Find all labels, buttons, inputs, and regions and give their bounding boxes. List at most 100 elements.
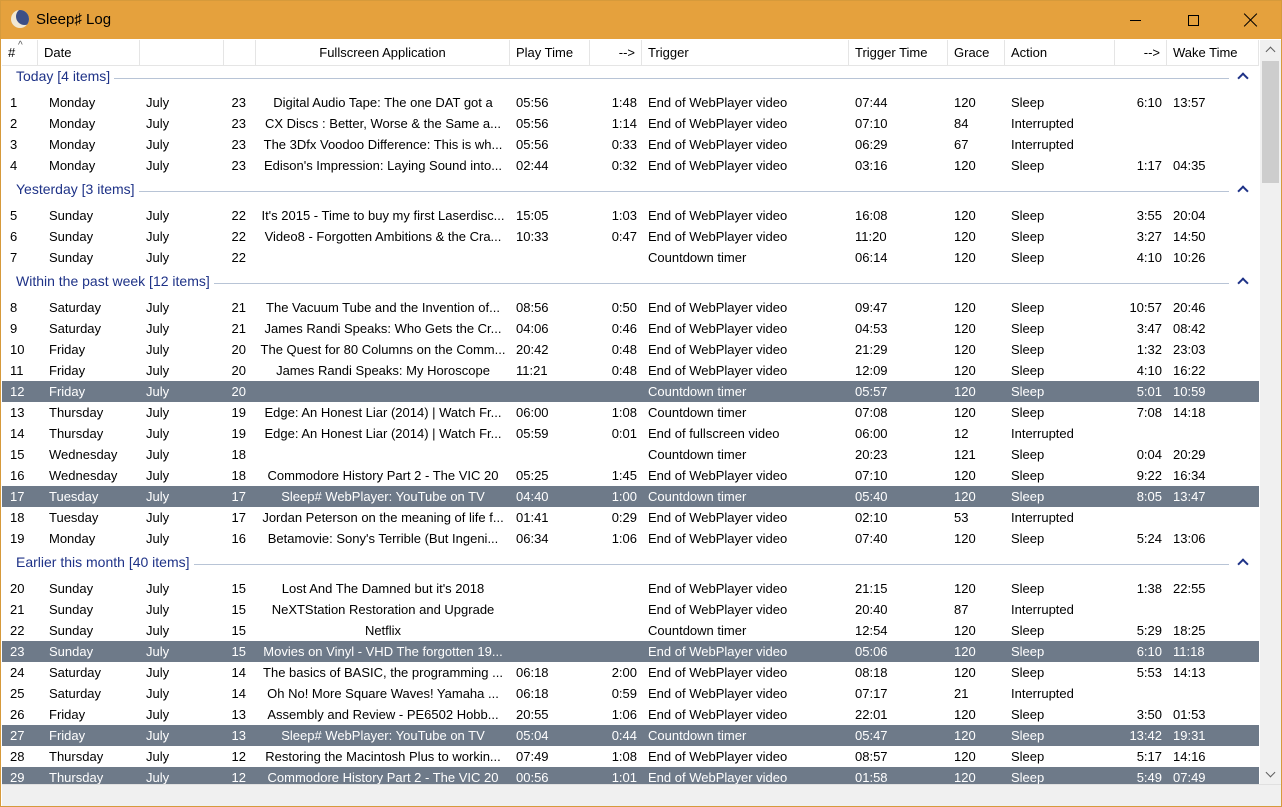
collapse-chevron-icon[interactable]: [1237, 557, 1249, 567]
cell-dur1: 0:48: [611, 342, 637, 357]
cell-dur2: 5:29: [1136, 623, 1162, 638]
cell-wake: [1167, 507, 1259, 528]
scroll-up-icon[interactable]: [1260, 40, 1281, 60]
group-header[interactable]: Earlier this month [40 items]: [2, 552, 1259, 576]
cell-day: Sunday: [49, 250, 94, 265]
cell-num: 11: [10, 363, 24, 378]
table-row[interactable]: 27 Friday July 13 Sleep# WebPlayer: YouTube …: [2, 725, 1259, 746]
column-header-date[interactable]: Date: [38, 40, 140, 66]
cell-num: 22: [10, 623, 25, 638]
cell-app: Oh No! More Square Waves! Yamaha ...: [267, 686, 499, 701]
cell-date: 15: [231, 602, 246, 617]
column-header-arrow[interactable]: -->: [590, 40, 642, 66]
cell-date: 23: [231, 158, 246, 173]
cell-action: Sleep: [1011, 321, 1045, 336]
column-header-trigger[interactable]: Trigger: [642, 40, 849, 66]
maximize-button[interactable]: [1164, 1, 1222, 39]
group-header[interactable]: Within the past week [12 items]: [2, 271, 1259, 295]
vertical-scrollbar[interactable]: [1260, 40, 1281, 784]
collapse-chevron-icon[interactable]: [1237, 184, 1249, 194]
table-row[interactable]: 4 Monday July 23 Edison's Impression: Laying…: [2, 155, 1259, 176]
cell-dur2: 6:10: [1136, 644, 1162, 659]
table-row[interactable]: 26 Friday July 13 Assembly and Review - PE65…: [2, 704, 1259, 725]
cell-action: Interrupted: [1011, 602, 1074, 617]
table-row[interactable]: 21 Sunday July 15 NeXTStation Restoration an…: [2, 599, 1259, 620]
table-row[interactable]: 22 Sunday July 15 Netflix Countdown timer 12:5…: [2, 620, 1259, 641]
table-row[interactable]: 12 Friday July 20 Countdown timer 05:57 120 Sle…: [2, 381, 1259, 402]
collapse-chevron-icon[interactable]: [1237, 276, 1249, 286]
cell-ttime: 05:40: [855, 489, 888, 504]
column-header-arrow[interactable]: -->: [1115, 40, 1167, 66]
cell-action: Sleep: [1011, 384, 1045, 399]
scroll-thumb[interactable]: [1262, 61, 1279, 183]
cell-date: 22: [231, 250, 246, 265]
cell-dur1: [590, 444, 642, 465]
group-header[interactable]: Today [4 items]: [2, 66, 1259, 90]
table-row[interactable]: 1 Monday July 23 Digital Audio Tape: The one…: [2, 92, 1259, 113]
table-row[interactable]: 5 Sunday July 22 It's 2015 - Time to buy my …: [2, 205, 1259, 226]
table-row[interactable]: 16 Wednesday July 18 Commodore History Part …: [2, 465, 1259, 486]
horizontal-scrollbar[interactable]: [2, 784, 1281, 806]
table-row[interactable]: 11 Friday July 20 James Randi Speaks: My Hor…: [2, 360, 1259, 381]
cell-month: July: [146, 137, 170, 152]
table-row[interactable]: 28 Thursday July 12 Restoring the Macintosh …: [2, 746, 1259, 767]
close-button[interactable]: [1222, 1, 1280, 39]
cell-day: Wednesday: [49, 447, 118, 462]
cell-dur2: 5:24: [1136, 531, 1162, 546]
minimize-button[interactable]: [1106, 1, 1164, 39]
table-row[interactable]: 15 Wednesday July 18 Countdown timer 20:23 121…: [2, 444, 1259, 465]
table-row[interactable]: 9 Saturday July 21 James Randi Speaks: Who G…: [2, 318, 1259, 339]
cell-play: 01:41: [516, 510, 549, 525]
cell-trigger: End of WebPlayer video: [648, 321, 788, 336]
cell-dur1: [590, 247, 642, 268]
table-row[interactable]: 13 Thursday July 19 Edge: An Honest Liar (20…: [2, 402, 1259, 423]
cell-day: Thursday: [49, 770, 104, 784]
cell-app: The 3Dfx Voodoo Difference: This is wh..…: [263, 137, 503, 152]
cell-month: July: [146, 116, 170, 131]
cell-action: Sleep: [1011, 770, 1045, 784]
table-row[interactable]: 29 Thursday July 12 Commodore History Part 2…: [2, 767, 1259, 784]
cell-app: Restoring the Macintosh Plus to workin..…: [265, 749, 501, 764]
group-header[interactable]: Yesterday [3 items]: [2, 179, 1259, 203]
cell-dur1: [590, 599, 642, 620]
column-header-action[interactable]: Action: [1005, 40, 1115, 66]
table-row[interactable]: 20 Sunday July 15 Lost And The Damned but it…: [2, 578, 1259, 599]
table-row[interactable]: 2 Monday July 23 CX Discs : Better, Worse & …: [2, 113, 1259, 134]
collapse-chevron-icon[interactable]: [1237, 71, 1249, 81]
group-label: Today [4 items]: [16, 68, 115, 84]
column-header-grace[interactable]: Grace: [948, 40, 1005, 66]
column-header-wake-time[interactable]: Wake Time: [1167, 40, 1259, 66]
cell-wake: 20:46: [1173, 300, 1206, 315]
column-header-blank[interactable]: [224, 40, 256, 66]
column-header-play-time[interactable]: Play Time: [510, 40, 590, 66]
cell-dur1: 1:48: [611, 95, 637, 110]
table-row[interactable]: 23 Sunday July 15 Movies on Vinyl - VHD The …: [2, 641, 1259, 662]
cell-grace: 87: [954, 602, 969, 617]
cell-grace: 120: [954, 665, 976, 680]
column-header-fullscreen-application[interactable]: Fullscreen Application: [256, 40, 510, 66]
cell-num: 16: [10, 468, 25, 483]
cell-app: [256, 381, 510, 402]
table-row[interactable]: 8 Saturday July 21 The Vacuum Tube and the I…: [2, 297, 1259, 318]
table-row[interactable]: 3 Monday July 23 The 3Dfx Voodoo Difference:…: [2, 134, 1259, 155]
table-row[interactable]: 14 Thursday July 19 Edge: An Honest Liar (20…: [2, 423, 1259, 444]
column-header-blank[interactable]: [140, 40, 224, 66]
table-row[interactable]: 25 Saturday July 14 Oh No! More Square Waves…: [2, 683, 1259, 704]
cell-trigger: End of WebPlayer video: [648, 602, 788, 617]
cell-wake: 07:49: [1173, 770, 1206, 784]
cell-num: 24: [10, 665, 25, 680]
table-row[interactable]: 24 Saturday July 14 The basics of BASIC, the…: [2, 662, 1259, 683]
table-row[interactable]: 7 Sunday July 22 Countdown timer 06:14 120 Slee…: [2, 247, 1259, 268]
table-row[interactable]: 18 Tuesday July 17 Jordan Peterson on the me…: [2, 507, 1259, 528]
cell-action: Sleep: [1011, 342, 1045, 357]
title-bar: Sleep♯ Log: [1, 1, 1281, 39]
column-header-trigger-time[interactable]: Trigger Time: [849, 40, 948, 66]
table-row[interactable]: 10 Friday July 20 The Quest for 80 Columns o…: [2, 339, 1259, 360]
cell-play: 05:56: [516, 95, 549, 110]
table-row[interactable]: 17 Tuesday July 17 Sleep# WebPlayer: YouTube…: [2, 486, 1259, 507]
scroll-down-icon[interactable]: [1260, 764, 1281, 784]
table-row[interactable]: 6 Sunday July 22 Video8 - Forgotten Ambition…: [2, 226, 1259, 247]
table-row[interactable]: 19 Monday July 16 Betamovie: Sony's Terrible…: [2, 528, 1259, 549]
cell-date: 18: [231, 447, 246, 462]
cell-num: 15: [10, 447, 25, 462]
